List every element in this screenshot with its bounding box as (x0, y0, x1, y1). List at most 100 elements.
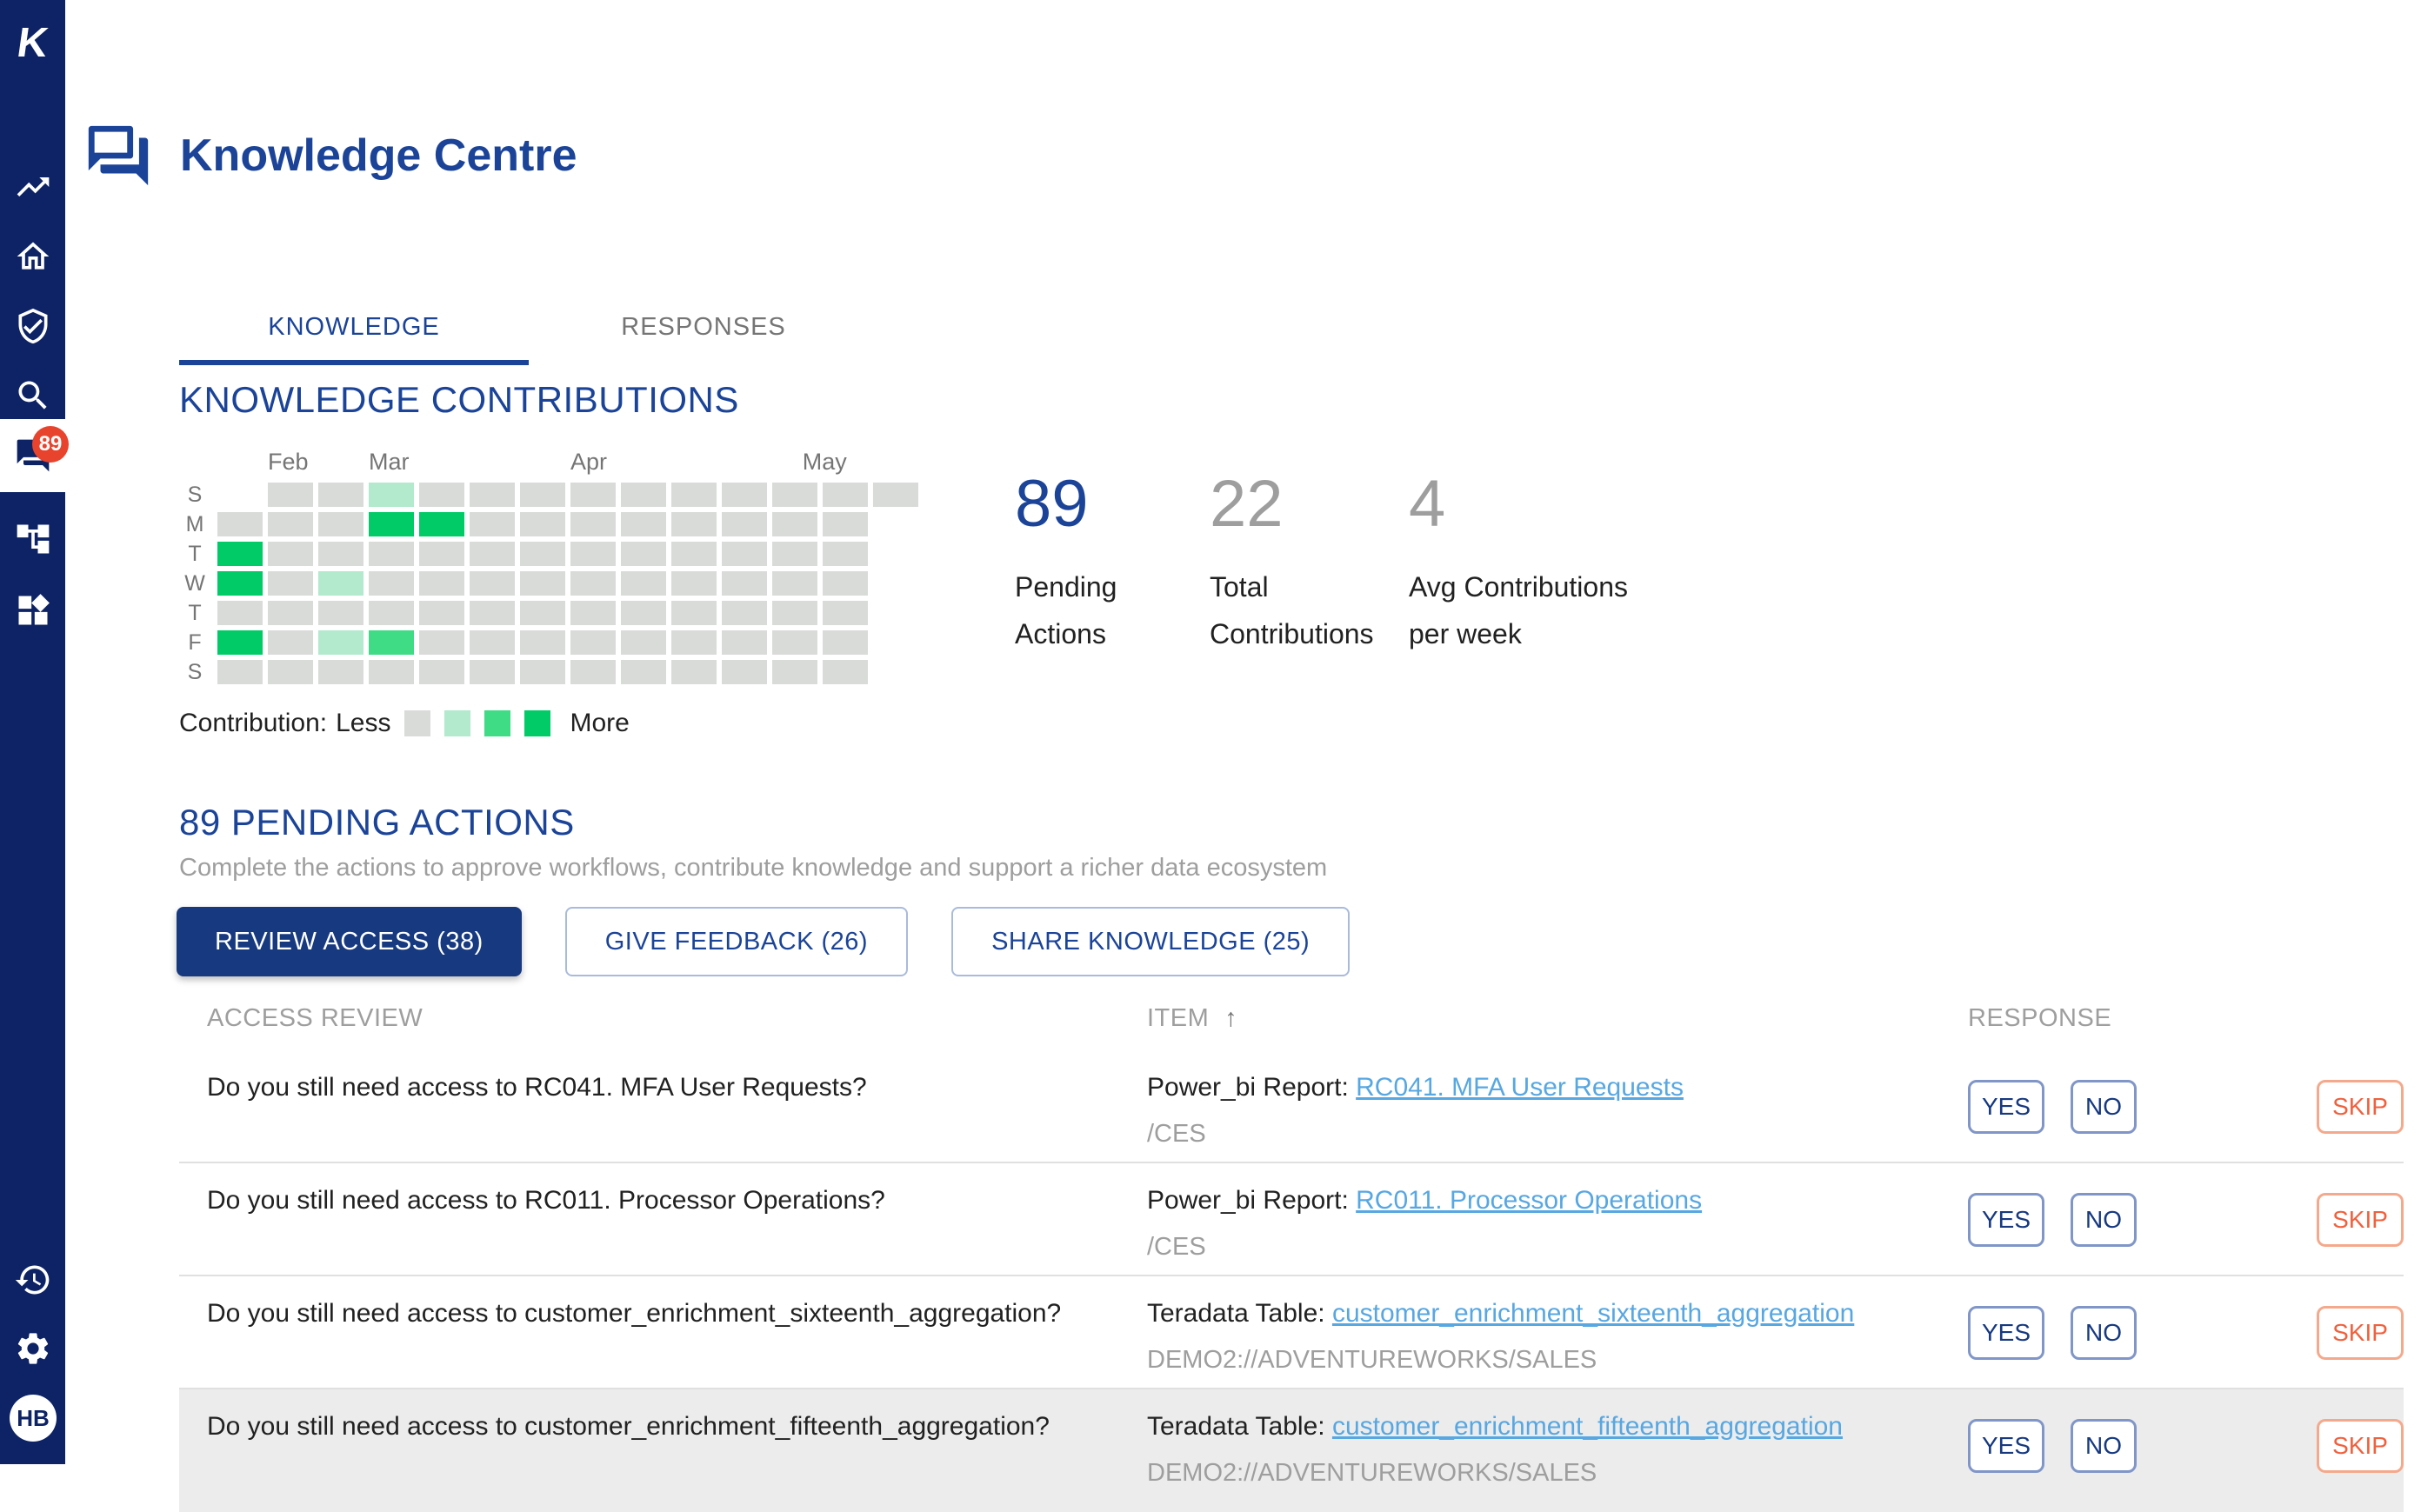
contribution-cell (470, 483, 515, 507)
contribution-cell (570, 483, 616, 507)
month-label: Apr (570, 449, 607, 476)
item-type-label: Teradata Table: (1147, 1299, 1332, 1328)
sidebar-item-settings[interactable] (0, 1324, 65, 1373)
notification-badge: 89 (32, 426, 69, 463)
contribution-cell (318, 542, 363, 566)
pending-actions-table: ACCESS REVIEW ITEM↑ RESPONSE Do you stil… (65, 996, 2421, 1512)
contribution-cell (268, 571, 313, 596)
app-logo[interactable]: K (0, 19, 69, 67)
item-type-label: Teradata Table: (1147, 1412, 1332, 1441)
heatmap-spacer (873, 630, 918, 655)
column-item[interactable]: ITEM↑ (1147, 1004, 1968, 1050)
item-link[interactable]: RC041. MFA User Requests (1356, 1073, 1684, 1102)
contribution-cell (369, 660, 414, 684)
filter-give-feedback[interactable]: GIVE FEEDBACK (26) (565, 907, 908, 976)
yes-button[interactable]: YES (1968, 1306, 2044, 1360)
contribution-cell (419, 512, 464, 536)
trending-up-icon (14, 168, 52, 206)
contribution-cell (671, 483, 717, 507)
stat-value: 4 (1409, 470, 1628, 539)
skip-button[interactable]: SKIP (2317, 1193, 2404, 1247)
sidebar-item-knowledge-centre[interactable]: 89 (0, 419, 65, 492)
filter-review-access[interactable]: REVIEW ACCESS (38) (177, 907, 522, 976)
contributions-heading: KNOWLEDGE CONTRIBUTIONS (179, 379, 739, 421)
stat-value: 89 (1015, 470, 1210, 539)
contribution-cell (621, 483, 666, 507)
sidebar-item-governance[interactable] (0, 302, 65, 350)
contribution-cell (621, 660, 666, 684)
heatmap-spacer (873, 542, 918, 566)
skip-button[interactable]: SKIP (2317, 1306, 2404, 1360)
legend-more-label: More (570, 709, 629, 738)
contribution-cell (772, 660, 817, 684)
column-access-review[interactable]: ACCESS REVIEW (207, 1004, 1147, 1050)
day-label: T (179, 542, 210, 567)
contribution-cell (671, 542, 717, 566)
item-type-label: Power_bi Report: (1147, 1073, 1356, 1102)
sidebar-item-widgets[interactable] (0, 586, 65, 635)
skip-button[interactable]: SKIP (2317, 1080, 2404, 1134)
column-response: RESPONSE (1968, 1004, 2404, 1050)
sort-ascending-icon[interactable]: ↑ (1224, 1004, 1237, 1032)
contribution-cell (520, 512, 565, 536)
tab-knowledge[interactable]: KNOWLEDGE (179, 289, 529, 365)
legend-swatch (404, 710, 430, 736)
contribution-cell (671, 571, 717, 596)
action-filters: REVIEW ACCESS (38) GIVE FEEDBACK (26) SHAR… (177, 907, 1350, 976)
sidebar-item-history[interactable] (0, 1256, 65, 1304)
sidebar-item-home[interactable] (0, 232, 65, 281)
tab-responses[interactable]: RESPONSES (529, 289, 878, 365)
heatmap-months: FebMarAprMay (217, 449, 924, 480)
contribution-cell (823, 512, 868, 536)
contribution-cell (520, 660, 565, 684)
shield-check-icon (14, 307, 52, 345)
contribution-cell (520, 542, 565, 566)
sidebar-item-search[interactable] (0, 371, 65, 420)
table-body: Do you still need access to RC041. MFA U… (65, 1050, 2421, 1512)
no-button[interactable]: NO (2071, 1193, 2137, 1247)
no-button[interactable]: NO (2071, 1306, 2137, 1360)
access-review-question: Do you still need access to customer_enr… (207, 1299, 1112, 1329)
contribution-cell (217, 571, 263, 596)
contribution-cell (722, 542, 767, 566)
day-label: W (179, 571, 210, 596)
contribution-cell (823, 660, 868, 684)
heatmap-grid: SMTWTFS (179, 480, 924, 687)
item-cell: Power_bi Report: RC011. Processor Operat… (1147, 1186, 1942, 1216)
heatmap-spacer (873, 512, 918, 536)
item-path: /CES (1147, 1120, 1942, 1149)
sidebar-item-trends[interactable] (0, 163, 65, 211)
skip-button[interactable]: SKIP (2317, 1419, 2404, 1473)
item-link[interactable]: customer_enrichment_fifteenth_aggregatio… (1332, 1412, 1843, 1441)
contribution-cell (621, 601, 666, 625)
item-path: /CES (1147, 1233, 1942, 1262)
contribution-cell (772, 571, 817, 596)
contribution-cell (570, 601, 616, 625)
contribution-cell (520, 630, 565, 655)
sidebar-item-lineage[interactable] (0, 515, 65, 563)
widgets-icon (14, 591, 52, 629)
item-cell: Teradata Table: customer_enrichment_fift… (1147, 1412, 1942, 1442)
yes-button[interactable]: YES (1968, 1419, 2044, 1473)
contribution-stats: 89 PendingActions 22 TotalContributions … (1015, 470, 1628, 657)
contribution-cell (318, 660, 363, 684)
yes-button[interactable]: YES (1968, 1193, 2044, 1247)
contribution-cell (268, 660, 313, 684)
table-header-row: ACCESS REVIEW ITEM↑ RESPONSE (179, 996, 2404, 1050)
contribution-cell (772, 483, 817, 507)
table-row: Do you still need access to customer_enr… (179, 1276, 2404, 1389)
contribution-cell (722, 512, 767, 536)
day-label: S (179, 660, 210, 685)
user-avatar[interactable]: HB (10, 1395, 57, 1442)
filter-share-knowledge[interactable]: SHARE KNOWLEDGE (25) (951, 907, 1350, 976)
no-button[interactable]: NO (2071, 1080, 2137, 1134)
item-cell: Teradata Table: customer_enrichment_sixt… (1147, 1299, 1942, 1329)
no-button[interactable]: NO (2071, 1419, 2137, 1473)
item-link[interactable]: customer_enrichment_sixteenth_aggregatio… (1332, 1299, 1854, 1328)
contribution-cell (470, 660, 515, 684)
contribution-cell (621, 512, 666, 536)
yes-button[interactable]: YES (1968, 1080, 2044, 1134)
item-link[interactable]: RC011. Processor Operations (1356, 1186, 1702, 1215)
contribution-cell (570, 630, 616, 655)
contribution-cell (671, 601, 717, 625)
